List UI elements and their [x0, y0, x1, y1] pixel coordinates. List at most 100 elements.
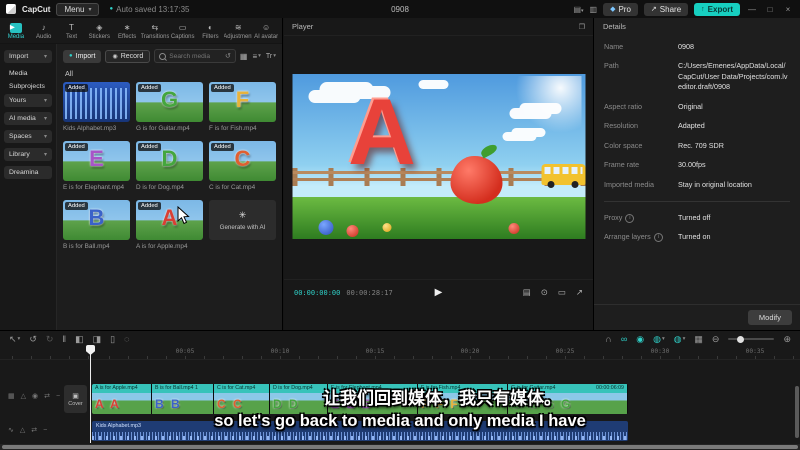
share-button[interactable]: ↗ Share	[643, 2, 689, 16]
hide-track-icon[interactable]: ◉	[32, 392, 38, 400]
export-button[interactable]: ↑ Export	[694, 2, 740, 16]
fullscreen-icon[interactable]: ↗	[576, 287, 583, 298]
capcut-logo-icon	[6, 4, 16, 14]
delete-icon[interactable]: ▯	[110, 332, 115, 346]
player-expand-icon[interactable]: ❐	[579, 23, 585, 31]
split-icon[interactable]: ‖	[62, 332, 66, 346]
tab-captions[interactable]: ▭ Captions	[169, 23, 197, 40]
swap-track-icon[interactable]: ⇄	[44, 392, 50, 400]
media-item-kids-alphabet[interactable]: Added Kids Alphabet.mp3	[63, 82, 130, 132]
media-item-dog[interactable]: Added D D is for Dog.mp4	[136, 141, 203, 191]
tab-transitions[interactable]: ⇆ Transitions	[141, 23, 169, 40]
tab-text[interactable]: T Text	[58, 23, 86, 40]
delete-right-icon[interactable]: ◨	[93, 332, 102, 346]
sidebar-item-spaces[interactable]: Spaces ▾	[4, 130, 52, 143]
magnet-snap-icon[interactable]: ∩	[605, 332, 611, 346]
zoom-slider-knob[interactable]	[737, 335, 745, 343]
layout-toggle-icon[interactable]: ▤▾	[573, 5, 583, 14]
mute-track-icon[interactable]: △	[21, 392, 26, 400]
select-tool-icon[interactable]: ↖ ▾	[9, 332, 20, 346]
type-filter-icon[interactable]: Tr ▾	[266, 53, 276, 60]
undo-icon[interactable]: ↺	[29, 332, 37, 346]
grid-view-icon[interactable]: ▦	[240, 52, 248, 61]
tab-audio[interactable]: ♪ Audio	[30, 23, 58, 40]
video-thumbnail[interactable]: Added E	[63, 141, 130, 181]
import-button[interactable]: ● Import	[63, 49, 102, 63]
media-item-fish[interactable]: Added F F is for Fish.mp4	[209, 82, 276, 132]
waveform-icon[interactable]: ∿	[8, 426, 14, 434]
zoom-out-icon[interactable]: ⊖	[712, 332, 720, 346]
media-tab-icon: ▶	[9, 23, 22, 33]
video-thumbnail[interactable]: Added B	[63, 200, 130, 240]
tab-media[interactable]: ▶ Media	[2, 23, 30, 40]
sidebar-item-media[interactable]: Media	[4, 68, 52, 81]
clip-apple[interactable]: A is for Apple.mp4 A A	[92, 384, 152, 414]
video-thumbnail[interactable]: Added C	[209, 141, 276, 181]
video-thumbnail[interactable]: Added D	[136, 141, 203, 181]
auto-track-icon[interactable]: ◍ ▾	[653, 332, 665, 346]
zoom-in-icon[interactable]: ⊕	[783, 332, 791, 346]
track-options-icon[interactable]: ▦	[8, 392, 15, 400]
tab-stickers[interactable]: ◈ Stickers	[85, 23, 113, 40]
preview-axis-icon[interactable]: ▦	[694, 332, 703, 346]
video-thumbnail[interactable]: Added A	[136, 200, 203, 240]
swap-track-icon[interactable]: ⇄	[31, 426, 37, 434]
link-clips-icon[interactable]: ∞	[621, 332, 627, 346]
sidebar-item-ai-media[interactable]: AI media ▾	[4, 112, 52, 125]
aspect-ratio-icon[interactable]: ▭	[558, 287, 566, 298]
redo-icon[interactable]: ↻	[46, 332, 54, 346]
collapse-track-icon[interactable]: −	[43, 427, 47, 434]
delete-left-icon[interactable]: ◧	[75, 332, 84, 346]
media-item-cat[interactable]: Added C C is for Cat.mp4	[209, 141, 276, 191]
minimize-button[interactable]: —	[746, 5, 758, 14]
horizontal-scrollbar-track[interactable]	[0, 444, 800, 450]
tab-effects[interactable]: ∗ Effects	[113, 23, 141, 40]
audio-waveform-thumbnail[interactable]: Added	[63, 82, 130, 122]
cover-button[interactable]: ▣ Cover	[64, 385, 87, 413]
mute-track-icon[interactable]: △	[20, 426, 25, 434]
tab-ai-avatar[interactable]: ☺ AI avatar	[252, 23, 280, 40]
panel-layout-icon[interactable]: ▥	[590, 5, 598, 14]
horizontal-scrollbar-thumb[interactable]	[2, 445, 798, 449]
clip-dog[interactable]: D is for Dog.mp4 D D	[270, 384, 328, 414]
detail-label: Name	[604, 42, 624, 51]
tab-adjustment[interactable]: ≋ Adjustment	[224, 23, 252, 40]
clip-ball[interactable]: B is for Ball.mp4 1 B B	[152, 384, 214, 414]
main-track-magnet-icon[interactable]: ◉	[636, 332, 644, 346]
mask-icon[interactable]: ◌	[124, 332, 129, 346]
generate-with-ai-tile[interactable]: ✳ Generate with AI	[209, 200, 276, 250]
video-preview[interactable]: A	[292, 74, 585, 239]
record-button[interactable]: ◉ Record	[105, 49, 151, 63]
timeline-ruler[interactable]: 00:05 00:10 00:15 00:20 00:25 00:30 00:3…	[0, 347, 800, 360]
collapse-track-icon[interactable]: −	[56, 393, 60, 400]
media-item-apple[interactable]: Added A A is for Apple.mp4	[136, 200, 203, 250]
tab-filters[interactable]: ◐ Filters	[197, 23, 225, 40]
search-history-icon[interactable]: ↺	[225, 52, 231, 60]
preview-quality-icon[interactable]: ⊙	[541, 287, 548, 298]
playhead-line[interactable]	[90, 347, 91, 443]
record-track-icon[interactable]: ◍ ▾	[674, 332, 686, 346]
maximize-button[interactable]: □	[764, 5, 776, 14]
media-item-ball[interactable]: Added B B is for Ball.mp4	[63, 200, 130, 250]
video-thumbnail[interactable]: Added F	[209, 82, 276, 122]
pro-button[interactable]: ◆ Pro	[603, 2, 638, 16]
play-button[interactable]: ▶	[435, 287, 443, 298]
sort-icon[interactable]: ≡ ▾	[252, 52, 260, 61]
sidebar-item-import[interactable]: Import ▾	[4, 50, 52, 63]
clip-cat[interactable]: C is for Cat.mp4 C C	[214, 384, 270, 414]
search-input[interactable]	[169, 52, 222, 60]
video-thumbnail[interactable]: Added G	[136, 82, 203, 122]
vertical-scrollbar[interactable]	[795, 386, 799, 438]
mirror-preview-icon[interactable]: ▤	[523, 287, 531, 298]
search-box[interactable]: ↺	[154, 49, 236, 63]
media-item-guitar[interactable]: Added G G is for Guitar.mp4	[136, 82, 203, 132]
sidebar-item-subprojects[interactable]: Subprojects	[4, 81, 52, 94]
sidebar-item-dreamina[interactable]: Dreamina	[4, 166, 52, 179]
menu-button[interactable]: Menu ▾	[56, 2, 100, 16]
close-button[interactable]: ×	[782, 5, 794, 14]
modify-button[interactable]: Modify	[747, 310, 792, 325]
sidebar-item-library[interactable]: Library ▾	[4, 148, 52, 161]
sidebar-item-yours[interactable]: Yours ▾	[4, 94, 52, 107]
timeline-zoom-slider[interactable]	[728, 335, 775, 343]
media-item-elephant[interactable]: Added E E is for Elephant.mp4	[63, 141, 130, 191]
